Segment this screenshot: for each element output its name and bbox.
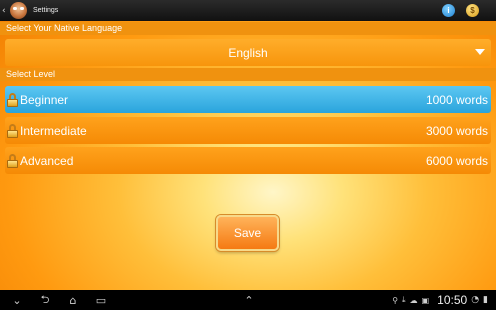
app-logo-icon[interactable] bbox=[10, 2, 27, 19]
save-button[interactable]: Save bbox=[216, 215, 279, 251]
dropdown-arrow-icon bbox=[475, 49, 485, 55]
level-item-intermediate[interactable]: Intermediate 3000 words bbox=[5, 117, 491, 144]
notification-icon: ▣ bbox=[421, 295, 430, 305]
unlock-icon bbox=[7, 92, 18, 107]
cloud-icon: ☁ bbox=[409, 295, 418, 305]
hide-keyboard-icon[interactable]: ⌄ bbox=[8, 294, 26, 307]
home-icon[interactable]: ⌂ bbox=[64, 294, 82, 307]
unlock-icon bbox=[7, 153, 18, 168]
level-item-advanced[interactable]: Advanced 6000 words bbox=[5, 147, 491, 174]
level-name: Advanced bbox=[20, 153, 74, 168]
expand-up-icon[interactable]: ⌃ bbox=[240, 294, 258, 307]
level-name: Beginner bbox=[20, 92, 69, 107]
unlock-icon bbox=[7, 123, 18, 138]
system-navigation-bar: ⌄ ⮌ ⌂ ▭ ⌃ ⚲ ⤓ ☁ ▣ 10:50 ◔ ▮ bbox=[0, 290, 496, 310]
language-selected: English bbox=[228, 45, 268, 60]
language-section-label: Select Your Native Language bbox=[0, 22, 496, 35]
level-name: Intermediate bbox=[20, 123, 87, 138]
usb-icon: ⚲ bbox=[392, 295, 399, 305]
clock: 10:50 bbox=[437, 293, 468, 307]
level-word-count: 3000 words bbox=[425, 123, 488, 138]
coins-button[interactable]: $ bbox=[466, 4, 479, 17]
app-screen: ‹ Settings i $ Select Your Native Langua… bbox=[0, 0, 496, 310]
level-word-count: 6000 words bbox=[425, 153, 488, 168]
action-bar: ‹ Settings i $ bbox=[0, 0, 496, 21]
back-icon[interactable]: ⮌ bbox=[36, 291, 54, 310]
info-button[interactable]: i bbox=[442, 4, 455, 17]
language-dropdown[interactable]: English bbox=[5, 39, 491, 66]
wifi-icon: ◔ bbox=[471, 295, 480, 305]
download-icon: ⤓ bbox=[402, 295, 406, 304]
page-title: Settings bbox=[33, 7, 59, 14]
level-item-beginner[interactable]: Beginner 1000 words bbox=[5, 86, 491, 113]
back-chevron-icon[interactable]: ‹ bbox=[2, 6, 9, 16]
level-word-count: 1000 words bbox=[425, 92, 488, 107]
battery-icon: ▮ bbox=[483, 295, 488, 305]
recent-apps-icon[interactable]: ▭ bbox=[92, 294, 110, 307]
level-section-label: Select Level bbox=[0, 68, 496, 81]
